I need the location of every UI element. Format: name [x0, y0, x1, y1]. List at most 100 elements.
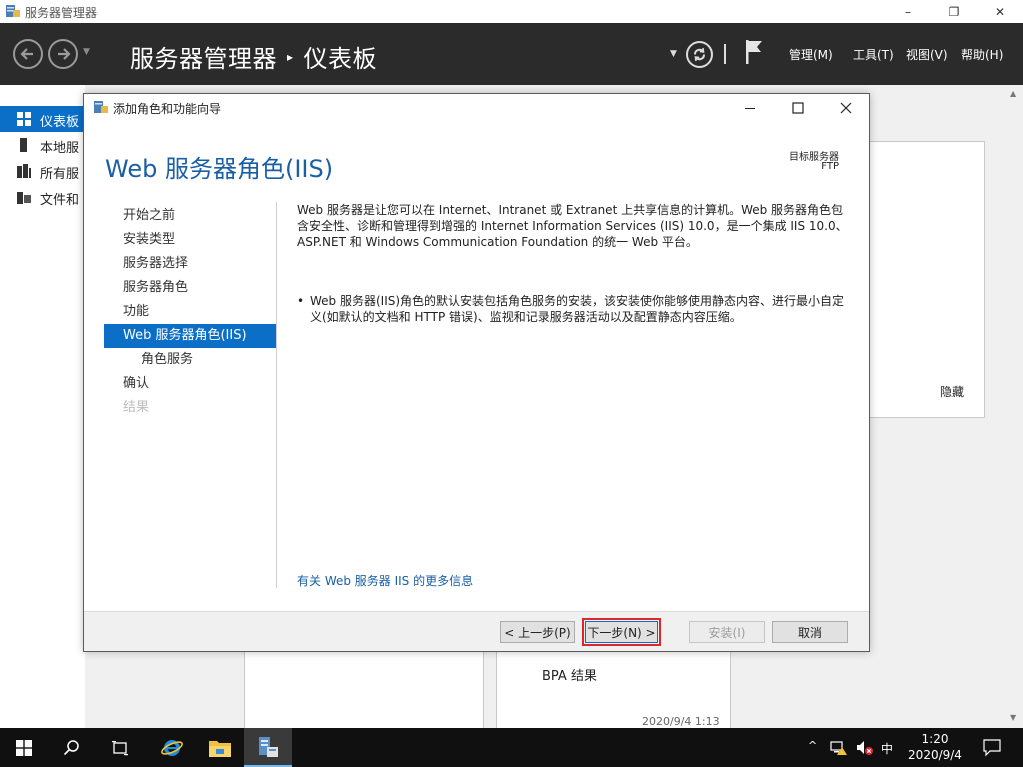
- server-manager-icon: [259, 736, 278, 757]
- back-button[interactable]: [13, 39, 43, 69]
- show-hidden-icons-icon[interactable]: ^: [808, 739, 817, 752]
- dialog-maximize-button[interactable]: [775, 94, 821, 121]
- wizard-step-features[interactable]: 功能: [104, 300, 276, 324]
- refresh-button[interactable]: [686, 41, 713, 68]
- breadcrumb-separator-icon: ▸: [287, 49, 294, 64]
- sidebar-item-dashboard[interactable]: 仪表板: [0, 106, 85, 132]
- taskbar: ^ 中 1:20 2020/9/4: [0, 728, 1023, 767]
- folder-icon: [209, 740, 231, 757]
- network-warning-icon[interactable]: [830, 740, 848, 756]
- sidebar-item-label: 仪表板: [40, 115, 80, 130]
- forward-button[interactable]: [48, 39, 78, 69]
- description-paragraph: Web 服务器是让您可以在 Internet、Intranet 或 Extran…: [297, 203, 848, 249]
- file-services-icon: [17, 192, 31, 204]
- wizard-step-web-server-role[interactable]: Web 服务器角色(IIS): [104, 324, 276, 348]
- bullet-icon: •: [297, 294, 305, 308]
- cancel-button[interactable]: 取消: [772, 621, 848, 643]
- wizard-step-results: 结果: [123, 400, 150, 415]
- scroll-down-icon[interactable]: ▼: [1010, 713, 1016, 722]
- wizard-footer: < 上一步(P) 下一步(N) > 安装(I) 取消: [84, 611, 869, 651]
- file-explorer-button[interactable]: [196, 728, 244, 767]
- task-view-button[interactable]: [96, 728, 144, 767]
- clock-date: 2020/9/4: [908, 748, 962, 762]
- navigation-sidebar: 仪表板 本地服 所有服 文件和: [0, 85, 85, 728]
- dialog-close-button[interactable]: [823, 94, 869, 121]
- add-roles-wizard-dialog: 添加角色和功能向导 Web 服务器角色(IIS) 目标服务器 FTP 开始之前 …: [83, 93, 870, 652]
- hide-link[interactable]: 隐藏: [940, 383, 964, 400]
- menu-manage[interactable]: 管理(M): [789, 46, 833, 63]
- sidebar-item-label: 文件和: [40, 193, 80, 208]
- breadcrumb-root: 服务器管理器: [130, 45, 277, 73]
- sidebar-item-label: 本地服: [40, 141, 80, 156]
- sidebar-item-file-services[interactable]: 文件和: [0, 184, 85, 210]
- action-center-icon[interactable]: [983, 739, 1001, 757]
- wizard-step-server-selection[interactable]: 服务器选择: [104, 252, 276, 276]
- internet-explorer-button[interactable]: [148, 728, 196, 767]
- restore-button[interactable]: ❐: [931, 0, 977, 23]
- install-button: 安装(I): [689, 621, 765, 643]
- scroll-up-icon[interactable]: ▲: [1010, 89, 1016, 98]
- description-bullet: • Web 服务器(IIS)角色的默认安装包括角色服务的安装，该安装使你能够使用…: [297, 293, 852, 325]
- taskbar-clock[interactable]: 1:20 2020/9/4: [905, 731, 965, 763]
- breadcrumb-page: 仪表板: [303, 45, 378, 73]
- close-button[interactable]: ✕: [977, 0, 1023, 23]
- maximize-icon: [792, 101, 804, 114]
- page-scrollbar[interactable]: ▲ ▼: [1006, 85, 1023, 728]
- task-view-icon: [112, 740, 128, 755]
- menu-tools[interactable]: 工具(T): [853, 46, 894, 63]
- server-manager-header: ▼ 服务器管理器 ▸ 仪表板 ▼ 管理(M) 工具(T) 视图(V) 帮助(H): [0, 23, 1023, 85]
- breadcrumb: 服务器管理器 ▸ 仪表板: [130, 39, 377, 74]
- menu-help[interactable]: 帮助(H): [961, 46, 1003, 63]
- sidebar-item-local-server[interactable]: 本地服: [0, 132, 85, 158]
- bpa-timestamp: 2020/9/4 1:13: [642, 715, 720, 728]
- header-divider: [724, 44, 726, 64]
- minimize-button[interactable]: –: [885, 0, 931, 23]
- sidebar-item-all-servers[interactable]: 所有服: [0, 158, 85, 184]
- dialog-minimize-button[interactable]: [727, 94, 773, 121]
- window-title: 服务器管理器: [25, 6, 98, 20]
- target-server-value: FTP: [821, 161, 839, 172]
- bullet-text: Web 服务器(IIS)角色的默认安装包括角色服务的安装，该安装使你能够使用静态…: [310, 294, 845, 324]
- close-icon: [840, 102, 852, 113]
- refresh-icon: [694, 47, 705, 62]
- dialog-title: 添加角色和功能向导: [113, 102, 222, 116]
- clock-time: 1:20: [921, 732, 949, 746]
- start-button[interactable]: [0, 728, 48, 767]
- wizard-description: Web 服务器是让您可以在 Internet、Intranet 或 Extran…: [297, 202, 852, 250]
- previous-button[interactable]: < 上一步(P): [500, 621, 575, 643]
- windows-logo-icon: [16, 739, 32, 756]
- arrow-left-icon: [20, 48, 33, 60]
- local-server-icon: [20, 138, 27, 152]
- sidebar-item-label: 所有服: [40, 167, 80, 182]
- wizard-page-heading: Web 服务器角色(IIS): [105, 155, 334, 183]
- internet-explorer-icon: [161, 739, 183, 756]
- menu-view[interactable]: 视图(V): [906, 46, 948, 63]
- wizard-step-installation-type[interactable]: 安装类型: [104, 228, 276, 252]
- refresh-dropdown-icon[interactable]: ▼: [670, 49, 677, 59]
- dashboard-icon: [17, 112, 31, 126]
- search-button[interactable]: [48, 728, 96, 767]
- notifications-flag-icon[interactable]: [744, 39, 764, 65]
- wizard-step-confirmation[interactable]: 确认: [104, 372, 276, 396]
- wizard-steps-list: 开始之前 安装类型 服务器选择 服务器角色 功能 Web 服务器角色(IIS) …: [104, 204, 276, 420]
- minimize-icon: [745, 107, 755, 109]
- search-icon: [63, 739, 79, 755]
- bpa-results-label[interactable]: BPA 结果: [542, 665, 597, 684]
- server-manager-taskbar-button[interactable]: [244, 728, 292, 767]
- history-dropdown-icon[interactable]: ▼: [83, 47, 90, 57]
- more-info-link[interactable]: 有关 Web 服务器 IIS 的更多信息: [297, 572, 473, 589]
- window-titlebar: 服务器管理器 – ❐ ✕: [0, 0, 1023, 23]
- wizard-app-icon: [94, 101, 108, 113]
- next-button[interactable]: 下一步(N) >: [582, 618, 661, 646]
- dialog-titlebar: 添加角色和功能向导: [84, 94, 869, 121]
- steps-divider: [276, 202, 277, 588]
- input-method-indicator[interactable]: 中: [881, 740, 893, 757]
- all-servers-icon: [17, 164, 31, 178]
- volume-muted-icon[interactable]: [856, 740, 874, 756]
- arrow-right-icon: [58, 48, 71, 60]
- server-manager-app-icon: [6, 5, 20, 17]
- wizard-step-before-you-begin[interactable]: 开始之前: [104, 204, 276, 228]
- wizard-step-server-roles[interactable]: 服务器角色: [104, 276, 276, 300]
- background-tile-panel: [868, 141, 985, 418]
- wizard-step-role-services[interactable]: 角色服务: [104, 348, 276, 372]
